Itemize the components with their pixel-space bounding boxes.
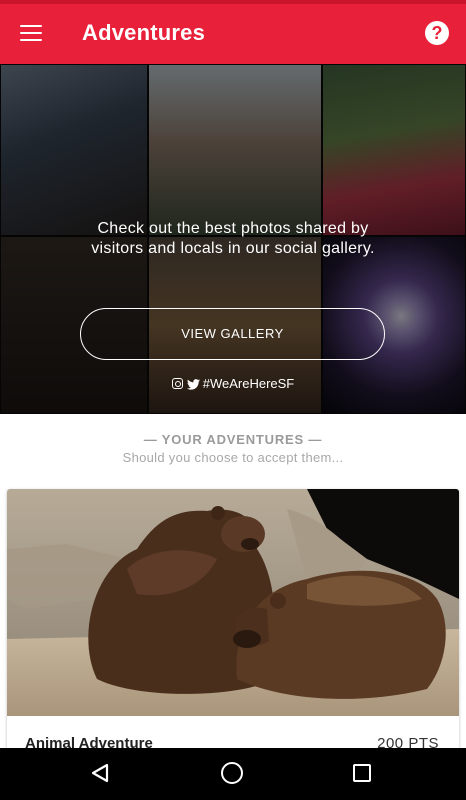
instagram-icon	[171, 378, 183, 389]
gallery-description-line-2: visitors and locals in our social galler…	[91, 240, 375, 257]
help-icon[interactable]: ?	[425, 21, 449, 45]
recent-apps-icon[interactable]	[353, 764, 371, 782]
social-hashtag: #WeAreHereSF	[0, 376, 466, 391]
social-gallery-banner: Check out the best photos shared by visi…	[0, 64, 466, 414]
view-gallery-button[interactable]: VIEW GALLERY	[80, 308, 385, 360]
adventure-card[interactable]: Animal Adventure 200 PTS	[7, 489, 459, 769]
twitter-icon	[186, 379, 200, 390]
gallery-description: Check out the best photos shared by visi…	[0, 219, 466, 259]
system-nav-bar	[0, 748, 466, 800]
section-heading: — YOUR ADVENTURES —	[143, 432, 323, 447]
gallery-description-line-1: Check out the best photos shared by	[97, 220, 369, 237]
menu-icon[interactable]	[20, 22, 42, 44]
adventure-card-image	[7, 489, 459, 716]
back-icon[interactable]	[90, 763, 110, 783]
home-icon[interactable]	[221, 762, 243, 784]
page-title: Adventures	[82, 20, 206, 45]
hashtag-text: #WeAreHereSF	[202, 376, 295, 391]
section-subheading: Should you choose to accept them...	[122, 450, 344, 465]
app-bar: Adventures ?	[0, 4, 466, 64]
bears-photo	[7, 489, 459, 716]
